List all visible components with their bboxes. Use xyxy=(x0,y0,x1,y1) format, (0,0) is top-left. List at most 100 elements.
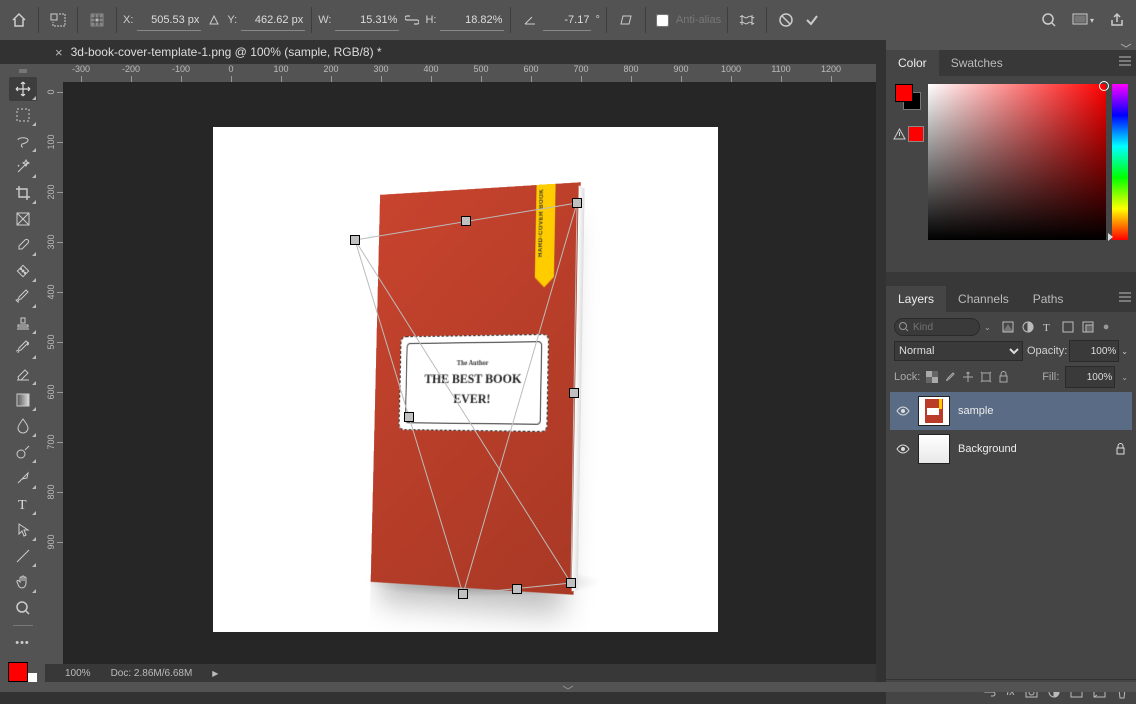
layer-row[interactable]: Background xyxy=(890,430,1132,468)
frame-tool[interactable] xyxy=(9,207,37,231)
lock-paint-icon[interactable] xyxy=(944,371,956,383)
stamp-tool[interactable] xyxy=(9,311,37,335)
h-input[interactable] xyxy=(440,10,504,31)
wand-tool[interactable] xyxy=(9,155,37,179)
edit-toolbar-icon[interactable]: ••• xyxy=(9,631,37,655)
commit-icon[interactable] xyxy=(799,7,825,33)
visibility-icon[interactable] xyxy=(896,444,910,454)
screen-mode-icon[interactable]: ▾ xyxy=(1070,7,1096,33)
gamut-warning[interactable] xyxy=(893,126,924,142)
opacity-input[interactable] xyxy=(1069,340,1119,362)
antialias-checkbox[interactable] xyxy=(656,14,669,27)
tab-layers[interactable]: Layers xyxy=(886,286,946,312)
line-tool[interactable] xyxy=(9,544,37,568)
ruler-vertical[interactable]: 0100200300400500600700800900 xyxy=(45,82,63,664)
move-tool[interactable] xyxy=(9,77,37,101)
home-icon[interactable] xyxy=(6,7,32,33)
lock-pos-icon[interactable] xyxy=(962,371,974,383)
viewport[interactable]: HARD-COVER BOOK The Author THE BEST BOOK… xyxy=(63,82,876,664)
dodge-tool[interactable] xyxy=(9,440,37,464)
toolbox: T ••• xyxy=(0,64,45,692)
transform-tool-icon[interactable] xyxy=(45,7,71,33)
book-author: The Author xyxy=(457,359,489,367)
filter-smart-icon[interactable] xyxy=(1081,321,1095,333)
document-canvas[interactable]: HARD-COVER BOOK The Author THE BEST BOOK… xyxy=(213,127,718,632)
color-field[interactable] xyxy=(928,84,1106,240)
layer-row[interactable]: sample xyxy=(890,392,1132,430)
layer-name[interactable]: sample xyxy=(958,405,993,417)
crop-tool[interactable] xyxy=(9,181,37,205)
blur-tool[interactable] xyxy=(9,414,37,438)
y-input[interactable] xyxy=(241,10,305,31)
layer-thumb[interactable] xyxy=(918,396,950,426)
lock-artboard-icon[interactable] xyxy=(980,371,992,383)
layer-list: sample Background xyxy=(890,392,1132,468)
brush-tool[interactable] xyxy=(9,285,37,309)
reference-point-icon[interactable] xyxy=(84,7,110,33)
filter-shape-icon[interactable] xyxy=(1061,321,1075,333)
path-select-tool[interactable] xyxy=(9,518,37,542)
search-icon[interactable] xyxy=(1036,7,1062,33)
type-tool[interactable]: T xyxy=(9,492,37,516)
link-icon[interactable] xyxy=(399,7,425,33)
x-input[interactable] xyxy=(137,10,201,31)
panel-menu-icon[interactable] xyxy=(1118,292,1132,302)
delta-icon[interactable] xyxy=(201,7,227,33)
share-icon[interactable] xyxy=(1104,7,1130,33)
svg-text:T: T xyxy=(1043,322,1050,332)
lock-all-icon[interactable] xyxy=(998,371,1009,383)
x-label: X: xyxy=(123,14,133,26)
layer-name[interactable]: Background xyxy=(958,443,1017,455)
document-tab-bar: × 3d-book-cover-template-1.png @ 100% (s… xyxy=(45,40,876,64)
lock-icon[interactable] xyxy=(1115,443,1126,455)
panel-fgbg[interactable] xyxy=(895,84,921,110)
warp-icon[interactable] xyxy=(734,7,760,33)
hand-tool[interactable] xyxy=(9,570,37,594)
visibility-icon[interactable] xyxy=(896,406,910,416)
eyedropper-tool[interactable] xyxy=(9,233,37,257)
canvas-area: -300-200-1000100200300400500600700800900… xyxy=(45,64,876,682)
zoom-level[interactable]: 100% xyxy=(65,668,91,679)
opacity-label: Opacity: xyxy=(1027,345,1067,357)
cancel-icon[interactable] xyxy=(773,7,799,33)
healing-tool[interactable] xyxy=(9,259,37,283)
panel-menu-icon[interactable] xyxy=(1118,56,1132,66)
options-bar: X: Y: W: H: ° Anti-alias ▾ xyxy=(0,0,1136,40)
blend-mode-select[interactable]: Normal xyxy=(894,341,1023,361)
lock-label: Lock: xyxy=(894,371,920,383)
doc-size[interactable]: Doc: 2.86M/6.68M xyxy=(111,668,193,679)
lock-trans-icon[interactable] xyxy=(926,371,938,383)
fill-input[interactable] xyxy=(1065,366,1115,388)
filter-pixel-icon[interactable] xyxy=(1001,321,1015,333)
ruler-origin[interactable] xyxy=(45,64,63,82)
tab-paths[interactable]: Paths xyxy=(1021,286,1076,312)
tab-swatches[interactable]: Swatches xyxy=(939,50,1015,76)
pen-tool[interactable] xyxy=(9,466,37,490)
document-tab[interactable]: × 3d-book-cover-template-1.png @ 100% (s… xyxy=(45,40,392,64)
tab-color[interactable]: Color xyxy=(886,50,939,76)
gradient-tool[interactable] xyxy=(9,388,37,412)
eraser-tool[interactable] xyxy=(9,362,37,386)
filter-type-icon[interactable]: T xyxy=(1041,321,1055,333)
lasso-tool[interactable] xyxy=(9,129,37,153)
history-brush-tool[interactable] xyxy=(9,337,37,361)
book-title-2: EVER! xyxy=(453,391,490,407)
angle-input[interactable] xyxy=(543,10,591,31)
panel-dock: Color Swatches Layers Channels Paths xyxy=(886,40,1136,692)
skew-h-icon[interactable] xyxy=(613,7,639,33)
close-icon[interactable]: × xyxy=(55,45,63,60)
tab-channels[interactable]: Channels xyxy=(946,286,1021,312)
layer-filter-search[interactable] xyxy=(894,318,980,336)
status-bar: 100% Doc: 2.86M/6.68M ▶ xyxy=(45,664,876,682)
antialias-label: Anti-alias xyxy=(676,14,721,26)
marquee-tool[interactable] xyxy=(9,103,37,127)
book-title-1: THE BEST BOOK xyxy=(424,371,521,387)
filter-adjust-icon[interactable] xyxy=(1021,321,1035,333)
h-label: H: xyxy=(425,14,436,26)
layer-thumb[interactable] xyxy=(918,434,950,464)
ruler-horizontal[interactable]: -300-200-1000100200300400500600700800900… xyxy=(63,64,876,82)
zoom-tool[interactable] xyxy=(9,596,37,620)
hue-slider[interactable] xyxy=(1112,84,1128,240)
w-input[interactable] xyxy=(335,10,399,31)
layer-filter-buttons[interactable]: T xyxy=(1001,321,1095,333)
